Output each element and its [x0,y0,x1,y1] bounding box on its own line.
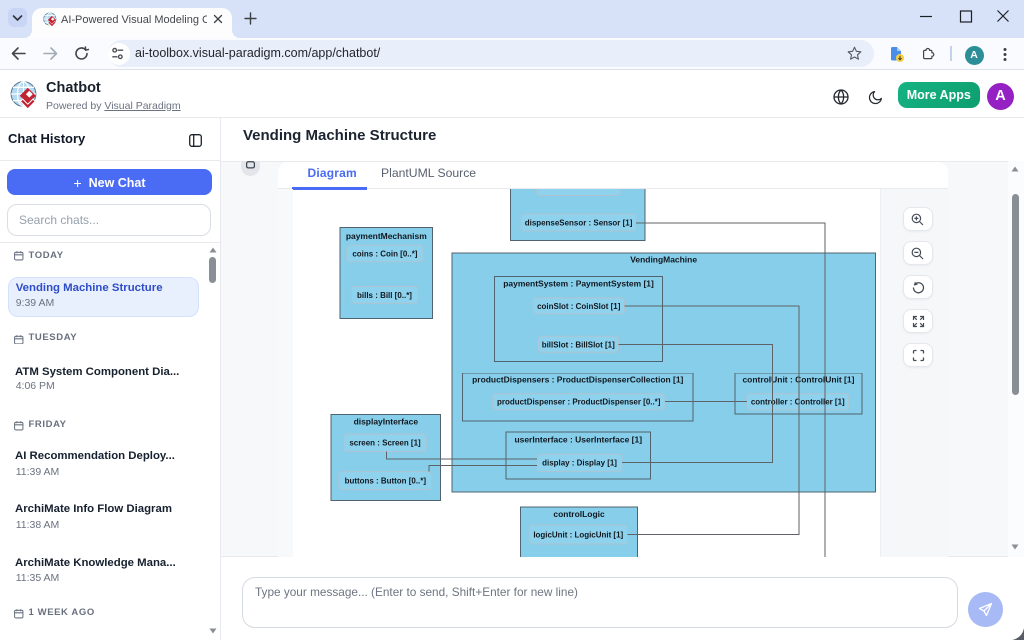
svg-text:VendingMachine: VendingMachine [630,254,697,264]
svg-text:controlLogic: controlLogic [553,509,605,519]
svg-text:bills : Bill [0..*]: bills : Bill [0..*] [357,290,412,299]
svg-text:billSlot : BillSlot [1]: billSlot : BillSlot [1] [542,340,615,349]
svg-text:paymentMechanism: paymentMechanism [346,230,427,240]
svg-text:buttons : Button [0..*]: buttons : Button [0..*] [345,476,427,485]
svg-text:display : Display [1]: display : Display [1] [542,458,617,467]
svg-text:logicUnit : LogicUnit [1]: logicUnit : LogicUnit [1] [533,530,623,539]
svg-text:controlUnit : ControlUnit [1]: controlUnit : ControlUnit [1] [742,374,854,384]
svg-text:dispenseSensor : Sensor [1]: dispenseSensor : Sensor [1] [525,218,633,227]
svg-text:controller : Controller [1]: controller : Controller [1] [751,397,845,406]
svg-text:productDispenser : ProductDisp: productDispenser : ProductDispenser [0..… [497,397,661,406]
svg-text:screen : Screen [1]: screen : Screen [1] [349,438,421,447]
svg-text:userInterface : UserInterface: userInterface : UserInterface [1] [514,434,642,444]
svg-text:coinSlot : CoinSlot [1]: coinSlot : CoinSlot [1] [537,301,621,310]
svg-text:productDispensers : ProductDis: productDispensers : ProductDispenserColl… [472,374,683,384]
svg-text:coins : Coin [0..*]: coins : Coin [0..*] [352,249,417,258]
svg-text:paymentSystem : PaymentSystem: paymentSystem : PaymentSystem [1] [503,278,654,288]
svg-text:displayInterface: displayInterface [354,416,419,426]
